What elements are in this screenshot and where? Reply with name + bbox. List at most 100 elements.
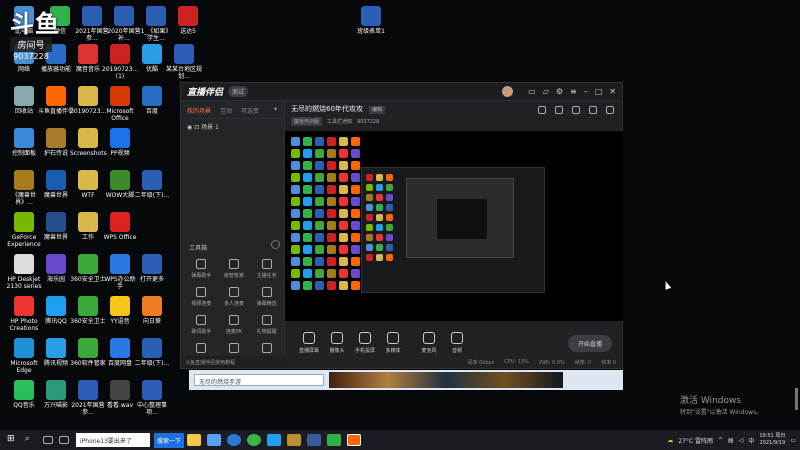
tool-item[interactable]: 房管管家 (218, 259, 251, 279)
wow-icon[interactable] (287, 434, 302, 446)
windows-start-icon[interactable]: ⊞ (7, 434, 19, 446)
task-view-icon[interactable] (43, 436, 53, 444)
tray-arrow-icon[interactable]: ^ (718, 437, 723, 444)
tool-item[interactable]: 歌词助手 (185, 315, 218, 335)
tool-item[interactable]: 礼物提醒 (250, 315, 283, 335)
desktop-icon[interactable]: 打开更多 (134, 254, 170, 283)
category-chip[interactable]: 魔兽怀旧服 (291, 117, 323, 126)
desktop-icon[interactable]: 《魔兽世界》... (6, 170, 42, 206)
file-explorer-icon[interactable] (187, 434, 202, 446)
network-icon[interactable]: ▤ (728, 437, 734, 444)
media-button[interactable]: 多媒体 (379, 332, 407, 354)
eye-icon[interactable]: ◉ (187, 124, 192, 131)
edit-title-button[interactable]: 编辑 (369, 106, 386, 114)
desktop-icon[interactable]: 回收站 (6, 86, 42, 115)
volume-icon[interactable]: ◁ (739, 437, 744, 444)
search-icon[interactable]: ⌕ (25, 434, 37, 446)
desktop-icon[interactable]: 2021年国营参... (70, 380, 106, 416)
desktop-icon[interactable]: GeForce Experience (6, 212, 42, 248)
screen-capture-button[interactable]: 直播屏幕 (295, 332, 323, 354)
skin-icon[interactable]: ▱ (543, 87, 549, 96)
clock[interactable]: 19:51 周日 2021/9/19 (759, 433, 785, 447)
bell-icon[interactable] (589, 106, 597, 114)
tool-item[interactable]: 多人连麦 (218, 287, 251, 307)
desktop-icon[interactable]: PP视频 (102, 128, 138, 157)
share-icon[interactable] (606, 106, 614, 114)
camera-button[interactable]: 摄像头 (323, 332, 351, 354)
scene-item[interactable]: ◉ ⊡ 场景 1 (181, 119, 284, 134)
desktop-icon[interactable]: 360安全卫士 (70, 296, 106, 325)
ime-icon[interactable]: 中 (748, 436, 754, 445)
douyu-companion-icon[interactable] (347, 434, 362, 446)
user-avatar[interactable] (502, 86, 514, 97)
desktop-icon[interactable]: 20190723... (70, 86, 106, 115)
desktop-icon[interactable]: 二年级(下)... (134, 338, 170, 367)
qq-icon[interactable] (267, 434, 282, 446)
tab-interaction[interactable]: 互动 (220, 106, 232, 115)
desktop-icon[interactable]: 斗鱼直播伴侣 (38, 86, 74, 115)
desktop-icon[interactable]: WTF (70, 170, 106, 199)
desktop-icon[interactable]: HP Photo Creations (6, 296, 42, 332)
desktop-icon[interactable]: Microsoft Office (102, 86, 138, 122)
desktop-icon[interactable]: 送达5 (170, 6, 206, 35)
desktop-icon[interactable]: 腾讯QQ (38, 296, 74, 325)
desktop-icon[interactable]: 控制面板 (6, 128, 42, 157)
desktop-icon[interactable]: 360软件管家 (70, 338, 106, 367)
desktop-icon[interactable]: 中心整理事项... (134, 380, 170, 416)
tool-item[interactable]: 弹幕精选 (250, 287, 283, 307)
desktop-icon[interactable]: HP Deskjet 2130 series (6, 254, 42, 290)
weather-text[interactable]: 27°C 雷阵雨 (678, 436, 713, 445)
widgets-icon[interactable] (59, 436, 69, 444)
desktop-icon[interactable]: 百度网盘 (102, 338, 138, 367)
wechat-icon[interactable] (327, 434, 342, 446)
menu-icon[interactable]: ≡ (570, 87, 577, 96)
tool-item[interactable]: 连麦PK (218, 315, 251, 335)
desktop-icon[interactable]: Screenshots (70, 128, 107, 157)
desktop-icon[interactable]: 腾讯视频 (38, 338, 74, 367)
app-360-icon[interactable] (247, 434, 262, 446)
tool-item[interactable]: 弹幕助手 (185, 259, 218, 279)
chat-input[interactable]: 无尽的燃烧手游 (194, 374, 324, 386)
message-icon[interactable]: ▭ (528, 87, 536, 96)
tutorial-link[interactable]: 斗鱼直播伴侣使用教程 (181, 356, 285, 368)
desktop-icon[interactable]: 魔兽世界 (38, 170, 74, 199)
desktop-icon[interactable]: 看看.wav (102, 380, 138, 409)
tab-options[interactable]: 可选变 (241, 106, 259, 115)
desktop-icon[interactable]: QQ音乐 (6, 380, 42, 409)
desktop-icon[interactable]: 班级表单1 (353, 6, 389, 35)
tool-item[interactable]: 主播任务 (250, 259, 283, 279)
taskbar-search-input[interactable]: iPhone13要出来了 (76, 433, 150, 447)
desktop-icon[interactable]: WPS办公助手 (102, 254, 138, 290)
app-icon[interactable] (307, 434, 322, 446)
settings-icon[interactable]: ⚙ (556, 87, 563, 96)
notification-icon[interactable]: ▭ (790, 437, 796, 444)
maximize-icon[interactable]: □ (595, 87, 603, 96)
desktop-icon[interactable]: 工作 (70, 212, 106, 241)
stream-preview[interactable] (285, 131, 623, 321)
minimize-icon[interactable]: – (584, 87, 588, 96)
microphone-button[interactable]: 麦克风 (415, 332, 443, 354)
phone-cast-button[interactable]: 手机投屏 (351, 332, 379, 354)
desktop-icon[interactable]: 百度 (134, 86, 170, 115)
desktop-icon[interactable]: YY语音 (102, 296, 138, 325)
desktop-icon[interactable]: Microsoft Edge (6, 338, 42, 374)
store-icon[interactable] (207, 434, 222, 446)
desktop-icon[interactable]: 魔兽世界 (38, 212, 74, 241)
desktop-icon[interactable]: 优酷 (134, 44, 170, 73)
tools-more-icon[interactable] (271, 240, 280, 249)
desktop-icon[interactable]: 20190723...(1) (102, 44, 138, 80)
lock-icon[interactable]: ⊡ (194, 124, 199, 131)
desktop-icon[interactable]: 向日葵 (134, 296, 170, 325)
gift-icon[interactable] (538, 106, 546, 114)
desktop-icon[interactable]: 2020年国营补... (106, 6, 142, 42)
desktop-icon[interactable]: 万兴喵影 (38, 380, 74, 409)
desktop-icon[interactable]: 1_《如果》学生... (138, 6, 174, 42)
desktop-icon[interactable]: 某某台地区规划... (166, 44, 202, 80)
start-stream-button[interactable]: 开始直播 (567, 334, 612, 352)
desktop-icon[interactable]: 360安全卫士 (70, 254, 106, 283)
share-screen-icon[interactable] (555, 106, 563, 114)
close-icon[interactable]: ✕ (609, 87, 616, 96)
version-badge[interactable]: 测试 (228, 86, 249, 97)
desktop-icon[interactable]: 2021年国营参... (74, 6, 110, 42)
tab-my-scenes[interactable]: 我的场景 (187, 106, 211, 115)
